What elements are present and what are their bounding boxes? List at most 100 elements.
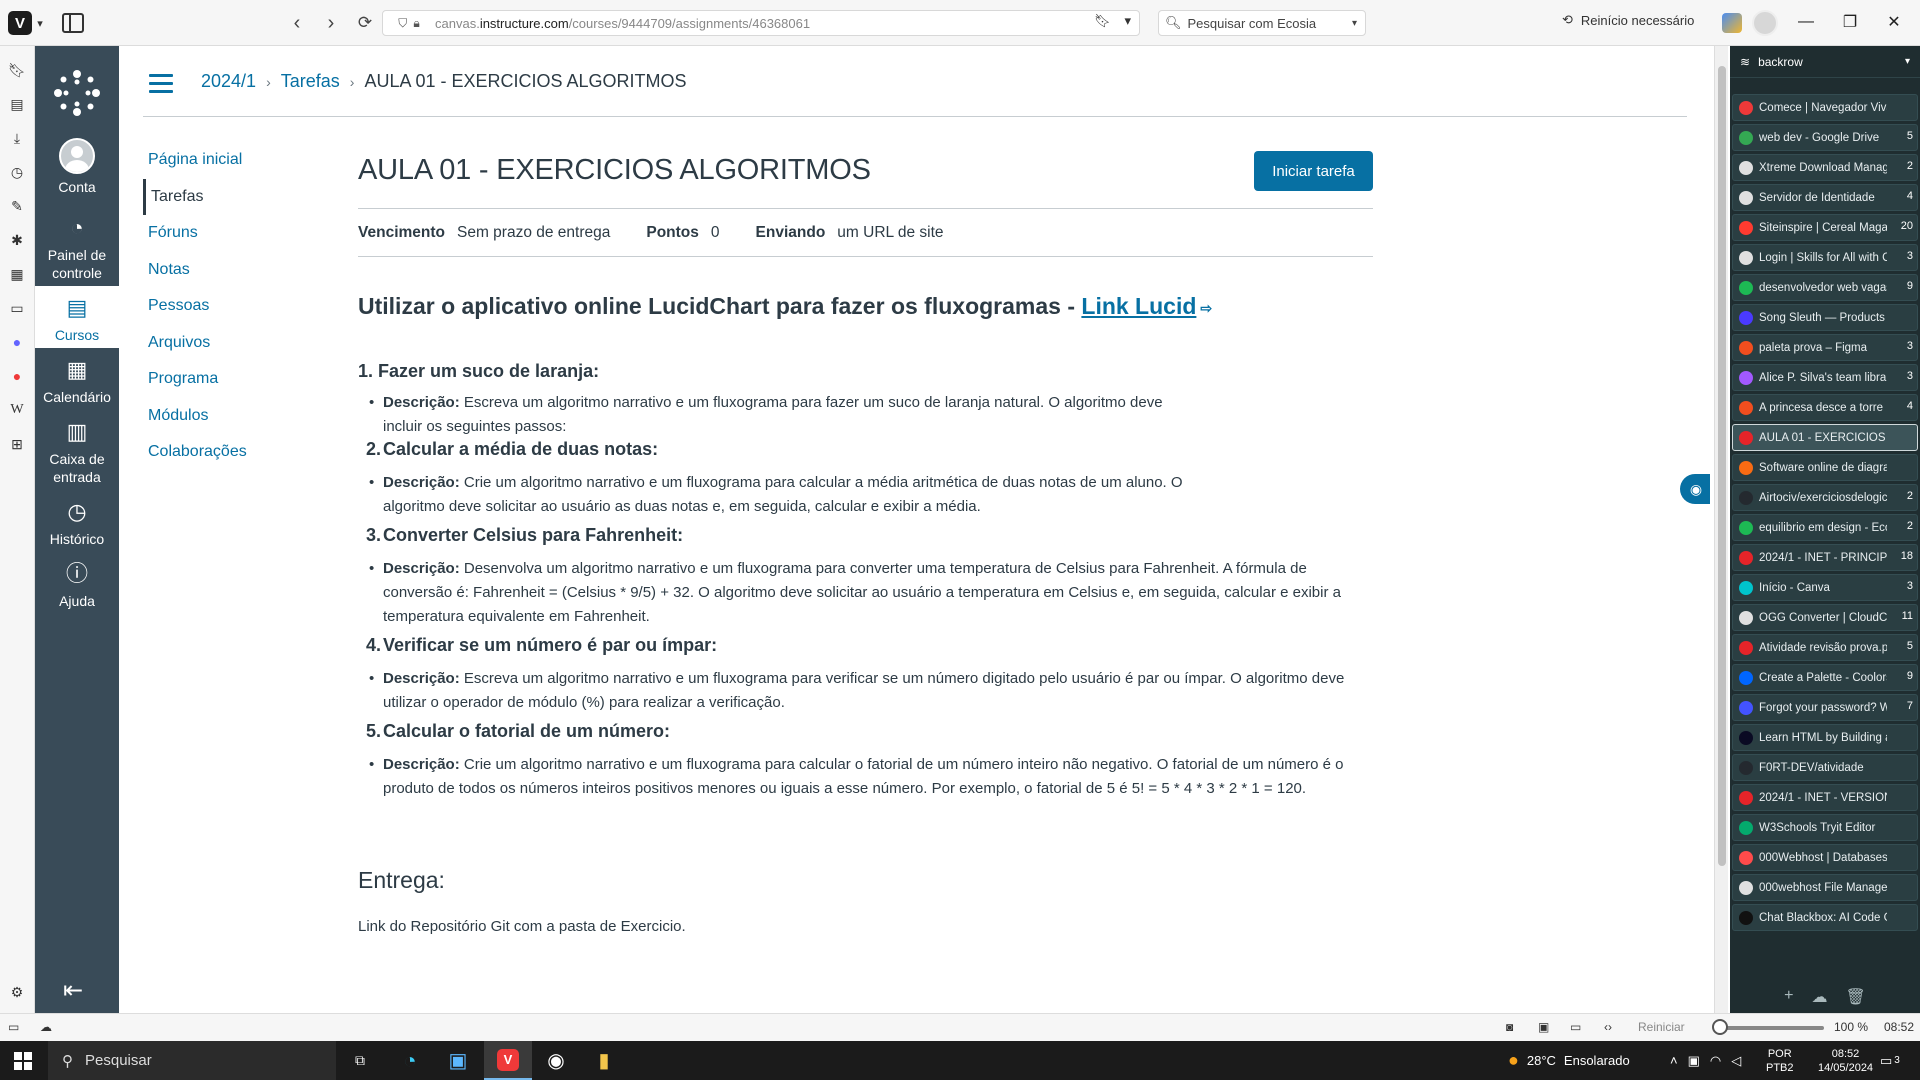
notifications-button[interactable]: ▭ 3 — [1880, 1041, 1900, 1080]
chat-icon[interactable]: ▭ — [7, 298, 27, 318]
forward-button[interactable]: › — [317, 9, 345, 37]
tab-item[interactable]: desenvolvedor web vagas 9 — [1732, 274, 1918, 301]
course-nav-grades[interactable]: Notas — [143, 252, 323, 289]
wifi-icon[interactable]: ◠ — [1710, 1053, 1721, 1069]
tab-item[interactable]: F0RT-DEV/atividade — [1732, 754, 1918, 781]
cloud-icon[interactable]: ☁ — [40, 1020, 52, 1034]
close-button[interactable]: ✕ — [1874, 8, 1914, 36]
taskbar-search[interactable]: ⚲ Pesquisar — [48, 1041, 336, 1080]
tab-item[interactable]: 000webhost File Manager — [1732, 874, 1918, 901]
course-nav-modules[interactable]: Módulos — [143, 398, 323, 435]
nav-dashboard[interactable]: ◔ Painel de controle — [35, 214, 119, 282]
extension-icon[interactable] — [1722, 13, 1742, 33]
course-menu-icon[interactable] — [149, 74, 173, 93]
cloud-icon[interactable]: ☁ — [1812, 987, 1828, 1007]
nav-courses[interactable]: ▤ Cursos — [35, 286, 119, 348]
reload-button[interactable]: ⟳ — [351, 9, 379, 37]
notes-icon[interactable]: ✎ — [7, 196, 27, 216]
course-nav-collaborations[interactable]: Colaborações — [143, 434, 323, 471]
tab-item[interactable]: Atividade revisão prova.pdf 5 — [1732, 634, 1918, 661]
camera-icon[interactable]: ◙ — [1506, 1020, 1513, 1034]
zoom-reset[interactable]: Reiniciar — [1638, 1020, 1685, 1034]
network-icon[interactable]: ▣ — [1688, 1053, 1700, 1069]
scrollbar-thumb[interactable] — [1718, 66, 1726, 866]
tab-item[interactable]: Login | Skills for All with Cisco 3 — [1732, 244, 1918, 271]
edge-icon[interactable]: ◔ — [386, 1041, 434, 1080]
history-icon[interactable]: ◷ — [7, 162, 27, 182]
tab-item[interactable]: Início - Canva 3 — [1732, 574, 1918, 601]
course-nav-people[interactable]: Pessoas — [143, 288, 323, 325]
chevron-down-icon[interactable]: ▾ — [1352, 18, 1357, 29]
trash-icon[interactable]: 🗑︎ — [1846, 987, 1866, 1007]
store-icon[interactable]: ▣ — [434, 1041, 482, 1080]
tab-item[interactable]: Siteinspire | Cereal Magazine 20 — [1732, 214, 1918, 241]
workspace-selector[interactable]: ≋ backrow ▾ — [1730, 46, 1920, 78]
calendar-icon[interactable]: ▦ — [7, 264, 27, 284]
tab-item[interactable]: Chat Blackbox: AI Code Generation — [1732, 904, 1918, 931]
tab-item[interactable]: web dev - Google Drive 5 — [1732, 124, 1918, 151]
nav-calendar[interactable]: ▦ Calendário — [35, 356, 119, 406]
tab-item[interactable]: AULA 01 - EXERCICIOS ALGORITMOS — [1732, 424, 1918, 451]
search-field[interactable]: 🔍︎ Pesquisar com Ecosia ▾ — [1158, 10, 1366, 36]
windows-start-icon[interactable] — [14, 1052, 32, 1070]
tab-item[interactable]: paleta prova – Figma 3 — [1732, 334, 1918, 361]
tab-item[interactable]: Song Sleuth — Products — [1732, 304, 1918, 331]
add-panel-icon[interactable]: ⊞ — [7, 434, 27, 454]
start-assignment-button[interactable]: Iniciar tarefa — [1254, 151, 1373, 191]
settings-icon[interactable]: ⚙ — [7, 982, 27, 1002]
zoom-slider-handle[interactable] — [1712, 1019, 1728, 1035]
tab-item[interactable]: OGG Converter | CloudConvert 11 — [1732, 604, 1918, 631]
volume-icon[interactable]: ◁ — [1731, 1053, 1741, 1069]
tab-item[interactable]: Comece | Navegador Vivaldi — [1732, 94, 1918, 121]
lucid-link[interactable]: Link Lucid — [1081, 293, 1196, 319]
feedback-button[interactable]: ◉ — [1680, 474, 1710, 504]
course-nav-syllabus[interactable]: Programa — [143, 361, 323, 398]
nav-history[interactable]: ◷ Histórico — [35, 498, 119, 548]
panel-icon[interactable]: ▭ — [8, 1020, 19, 1034]
weather-widget[interactable]: ● 28°C Ensolarado — [1508, 1041, 1630, 1080]
course-nav-files[interactable]: Arquivos — [143, 325, 323, 362]
tab-item[interactable]: Xtreme Download Manager 2 — [1732, 154, 1918, 181]
image-icon[interactable]: ▣ — [1538, 1020, 1549, 1034]
downloads-icon[interactable]: ⤓ — [7, 128, 27, 148]
vivaldi-app-icon[interactable]: V — [484, 1041, 532, 1080]
tab-item[interactable]: Learn HTML by Building a Cat — [1732, 724, 1918, 751]
tab-item[interactable]: Servidor de Identidade 4 — [1732, 184, 1918, 211]
breadcrumb-section[interactable]: Tarefas — [281, 71, 340, 92]
zoom-slider[interactable] — [1718, 1026, 1824, 1030]
restart-required[interactable]: ⟲ Reinício necessário — [1562, 12, 1694, 28]
chevron-down-icon[interactable]: ▾ — [34, 14, 46, 32]
vivaldi-menu-button[interactable]: V — [8, 11, 32, 35]
maximize-button[interactable]: ❐ — [1830, 8, 1870, 36]
tab-item[interactable]: equilibrio em design - Ecosia 2 — [1732, 514, 1918, 541]
tab-item[interactable]: Software online de diagramas — [1732, 454, 1918, 481]
tiling-icon[interactable]: ▭ — [1570, 1020, 1581, 1034]
tab-item[interactable]: W3Schools Tryit Editor — [1732, 814, 1918, 841]
tab-item[interactable]: A princesa desce a torre 4 — [1732, 394, 1918, 421]
course-nav-home[interactable]: Página inicial — [143, 142, 323, 179]
bookmarks-icon[interactable]: 🔖︎ — [7, 60, 27, 80]
breadcrumb-course[interactable]: 2024/1 — [201, 71, 256, 92]
address-bar[interactable]: ⛉ 🔒︎ canvas. instructure.com/courses/94447… — [382, 10, 1140, 36]
nav-inbox[interactable]: ▥ Caixa de entrada — [35, 418, 119, 486]
tab-item[interactable]: Create a Palette - Coolors 9 — [1732, 664, 1918, 691]
mastodon-icon[interactable]: ● — [7, 332, 27, 352]
wikipedia-icon[interactable]: W — [7, 400, 27, 420]
back-button[interactable]: ‹ — [283, 9, 311, 37]
reading-list-icon[interactable]: ▤ — [7, 94, 27, 114]
chevron-down-icon[interactable]: ▾ — [1124, 13, 1131, 29]
vivaldi-icon[interactable]: ● — [7, 366, 27, 386]
nav-account[interactable]: Conta — [35, 138, 119, 196]
tab-item[interactable]: Forgot your password? Webflow 7 — [1732, 694, 1918, 721]
tab-item[interactable]: 2024/1 - INET - VERSIONAMENTO — [1732, 784, 1918, 811]
tab-item[interactable]: Alice P. Silva's team library 3 — [1732, 364, 1918, 391]
panel-toggle-icon[interactable] — [62, 13, 84, 33]
nav-help[interactable]: ⓘ Ajuda — [35, 560, 119, 610]
page-scrollbar[interactable] — [1714, 46, 1728, 1013]
tab-item[interactable]: Airtociv/exerciciosdelogica 2 — [1732, 484, 1918, 511]
minimize-button[interactable]: — — [1786, 8, 1826, 36]
file-explorer-icon[interactable]: ▮ — [580, 1041, 628, 1080]
collapse-nav-icon[interactable]: ⇤ — [63, 976, 83, 1005]
canvas-logo-icon[interactable] — [52, 68, 102, 118]
translate-icon[interactable]: ✱ — [7, 230, 27, 250]
